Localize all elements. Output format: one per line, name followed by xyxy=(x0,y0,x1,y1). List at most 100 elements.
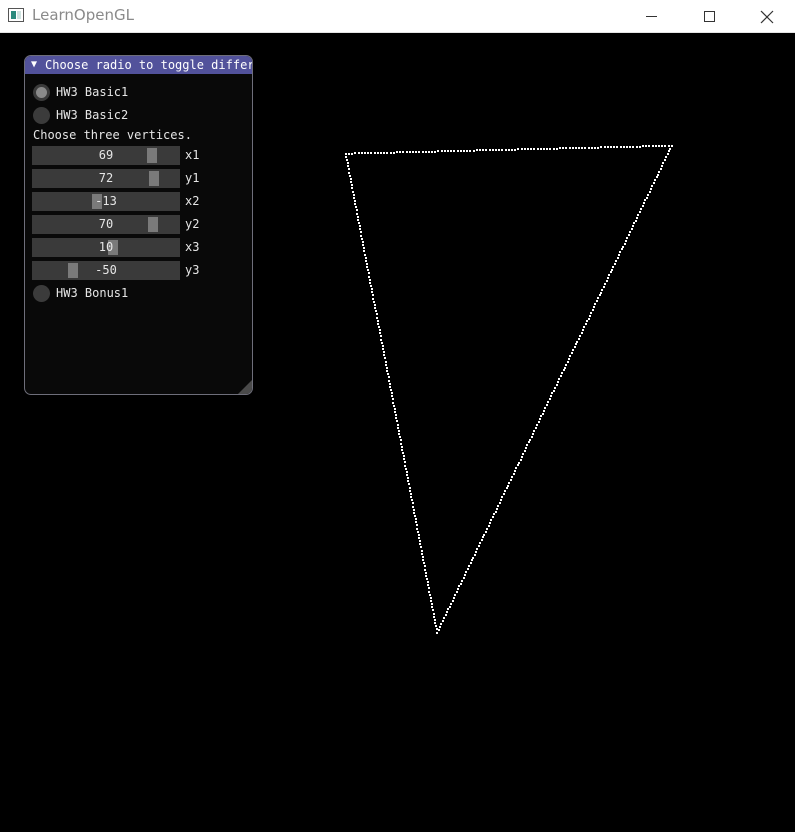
minimize-button[interactable] xyxy=(622,0,680,33)
triangle-edge-dot xyxy=(575,147,577,149)
triangle-edge-dot xyxy=(404,465,406,467)
triangle-edge-dot xyxy=(546,148,548,150)
triangle-edge-dot xyxy=(392,398,394,400)
triangle-edge-dot xyxy=(458,585,460,587)
triangle-edge-dot xyxy=(383,354,385,356)
triangle-edge-dot xyxy=(465,571,467,573)
triangle-edge-dot xyxy=(481,539,483,541)
slider-value: 70 xyxy=(98,217,114,231)
triangle-edge-dot xyxy=(607,146,609,148)
collapse-arrow-icon[interactable]: ▼ xyxy=(31,56,37,74)
triangle-edge-dot xyxy=(460,150,462,152)
triangle-edge-dot xyxy=(584,147,586,149)
triangle-edge-dot xyxy=(622,246,624,248)
triangle-edge-dot xyxy=(404,461,406,463)
resize-grip-icon[interactable] xyxy=(238,380,252,394)
triangle-edge-dot xyxy=(469,150,471,152)
triangle-edge-dot xyxy=(380,335,382,337)
triangle-edge-dot xyxy=(617,257,619,259)
triangle-edge-dot xyxy=(649,191,651,193)
slider-value: -13 xyxy=(95,194,117,208)
radio-button[interactable] xyxy=(33,83,50,101)
triangle-edge-dot xyxy=(637,214,639,216)
triangle-edge-dot xyxy=(610,271,612,273)
radio-hw3-basic1[interactable]: HW3 Basic1 xyxy=(33,83,128,101)
triangle-edge-dot xyxy=(655,145,657,147)
triangle-edge-dot xyxy=(409,490,411,492)
triangle-edge-dot xyxy=(449,606,451,608)
triangle-edge-dot xyxy=(366,263,368,265)
slider-y1[interactable]: 72 xyxy=(32,169,180,188)
radio-button[interactable] xyxy=(33,106,50,124)
triangle-edge-dot xyxy=(365,260,367,262)
triangle-edge-dot xyxy=(391,392,393,394)
triangle-edge-dot xyxy=(550,395,552,397)
triangle-edge-dot xyxy=(498,149,500,151)
slider-y2[interactable]: 70 xyxy=(32,215,180,234)
triangle-edge-dot xyxy=(668,145,670,147)
triangle-edge-dot xyxy=(407,477,409,479)
triangle-edge-dot xyxy=(394,408,396,410)
triangle-edge-dot xyxy=(357,216,359,218)
title-bar: LearnOpenGL xyxy=(0,0,795,33)
radio-hw3-bonus1[interactable]: HW3 Bonus1 xyxy=(33,284,128,302)
triangle-edge-dot xyxy=(452,600,454,602)
triangle-edge-dot xyxy=(420,546,422,548)
panel-title: Choose radio to toggle differ xyxy=(45,58,252,72)
triangle-edge-dot xyxy=(479,149,481,151)
triangle-edge-dot xyxy=(564,367,566,369)
triangle-edge-dot xyxy=(575,343,577,345)
triangle-edge-dot xyxy=(405,468,407,470)
triangle-edge-dot xyxy=(402,151,404,153)
triangle-edge-dot xyxy=(495,511,497,513)
triangle-edge-dot xyxy=(463,150,465,152)
close-button[interactable] xyxy=(738,0,795,33)
triangle-edge-dot xyxy=(543,148,545,150)
triangle-edge-dot xyxy=(496,508,498,510)
triangle-edge-dot xyxy=(562,147,564,149)
triangle-edge-dot xyxy=(365,257,367,259)
triangle-edge-dot xyxy=(387,373,389,375)
triangle-edge-dot xyxy=(537,148,539,150)
slider-y3[interactable]: -50 xyxy=(32,261,180,280)
triangle-edge-dot xyxy=(418,534,420,536)
triangle-edge-dot xyxy=(361,238,363,240)
triangle-edge-dot xyxy=(368,276,370,278)
triangle-edge-dot xyxy=(482,149,484,151)
slider-value: 10 xyxy=(98,240,114,254)
triangle-edge-dot xyxy=(490,519,492,521)
slider-x3[interactable]: 10 xyxy=(32,238,180,257)
triangle-edge-dot xyxy=(642,205,644,207)
maximize-button[interactable] xyxy=(680,0,738,33)
radio-hw3-basic2[interactable]: HW3 Basic2 xyxy=(33,106,128,124)
triangle-edge-dot xyxy=(428,151,430,153)
panel-header[interactable]: ▼ Choose radio to toggle differ xyxy=(25,56,252,74)
triangle-edge-dot xyxy=(569,355,571,357)
triangle-edge-dot xyxy=(597,297,599,299)
triangle-edge-dot xyxy=(362,241,364,243)
triangle-edge-dot xyxy=(430,600,432,602)
triangle-edge-dot xyxy=(497,505,499,507)
triangle-edge-dot xyxy=(383,351,385,353)
triangle-edge-dot xyxy=(538,421,540,423)
triangle-edge-dot xyxy=(433,616,435,618)
triangle-edge-dot xyxy=(379,332,381,334)
triangle-edge-dot xyxy=(525,447,527,449)
triangle-edge-dot xyxy=(393,152,395,154)
triangle-edge-dot xyxy=(351,187,353,189)
triangle-edge-dot xyxy=(588,318,590,320)
triangle-edge-dot xyxy=(619,251,621,253)
slider-x1[interactable]: 69 xyxy=(32,146,180,165)
triangle-edge-dot xyxy=(453,150,455,152)
triangle-edge-dot xyxy=(581,332,583,334)
slider-x2[interactable]: -13 xyxy=(32,192,180,211)
triangle-edge-dot xyxy=(475,551,477,553)
triangle-edge-dot xyxy=(434,622,436,624)
triangle-edge-dot xyxy=(467,568,469,570)
triangle-edge-dot xyxy=(578,338,580,340)
triangle-edge-dot xyxy=(625,240,627,242)
triangle-edge-dot xyxy=(413,509,415,511)
triangle-edge-dot xyxy=(629,146,631,148)
radio-button[interactable] xyxy=(33,284,50,302)
triangle-edge-dot xyxy=(476,548,478,550)
